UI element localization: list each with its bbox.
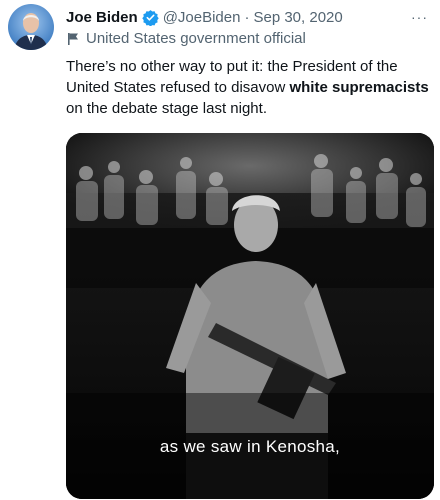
video-caption: as we saw in Kenosha, bbox=[159, 437, 341, 456]
tweet-text-part2: on the debate stage last night. bbox=[66, 100, 267, 117]
tweet-date[interactable]: Sep 30, 2020 bbox=[253, 9, 342, 26]
tweet-text: There’s no other way to put it: the Pres… bbox=[66, 56, 438, 119]
verified-badge-icon bbox=[141, 9, 159, 26]
tweet-header: Joe Biden @JoeBiden · Sep 30, 2020 bbox=[66, 6, 430, 28]
tweet[interactable]: Joe Biden @JoeBiden · Sep 30, 2020 ··· U… bbox=[0, 0, 440, 500]
tweet-text-bold: white supremacists bbox=[289, 79, 429, 96]
author-name[interactable]: Joe Biden bbox=[66, 9, 138, 26]
video-player[interactable]: as we saw in Kenosha, bbox=[66, 133, 434, 499]
more-options-icon[interactable]: ··· bbox=[411, 8, 428, 26]
avatar[interactable] bbox=[8, 4, 54, 50]
government-label[interactable]: United States government official bbox=[66, 30, 306, 47]
author-handle[interactable]: @JoeBiden bbox=[163, 9, 241, 26]
separator-dot: · bbox=[244, 8, 250, 26]
flag-icon bbox=[66, 32, 80, 46]
government-label-text: United States government official bbox=[86, 30, 306, 47]
